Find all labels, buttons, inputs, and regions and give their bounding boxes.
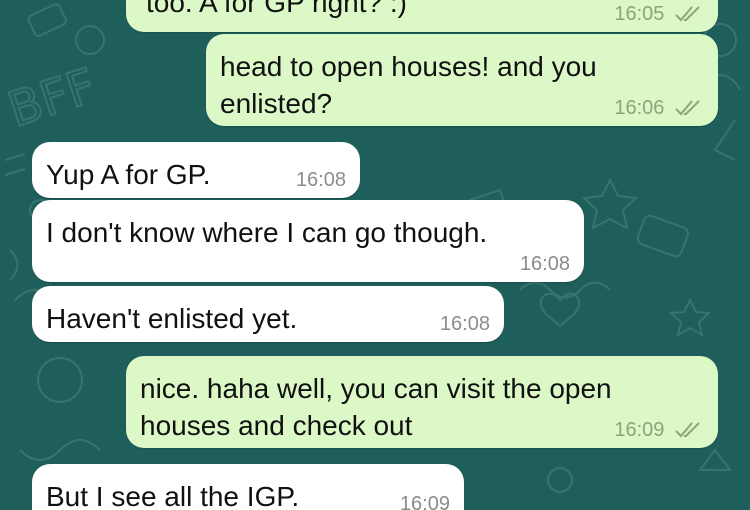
message-bubble-outgoing[interactable]: nice. haha well, you can visit the open … [126, 356, 718, 448]
chat-wallpaper: BFF too. A for GP right?:) 16:05 head t… [0, 0, 750, 510]
message-time: 16:08 [439, 313, 490, 335]
message-text: But I see all the IGP. [46, 481, 300, 510]
message-time: 16:09 [614, 419, 665, 441]
message-text: Haven't enlisted yet. [46, 303, 298, 334]
message-text: I don't know where I can go though. [46, 217, 488, 248]
message-meta: 16:09 [400, 492, 450, 510]
double-check-icon [675, 100, 700, 116]
message-bubble-outgoing[interactable]: too. A for GP right? :) 16:05 [126, 0, 718, 32]
message-time: 16:06 [614, 97, 665, 119]
message-time: 16:08 [519, 253, 570, 275]
message-meta: 16:08 [440, 312, 490, 336]
message-meta: 16:05 [614, 2, 704, 26]
svg-text:BFF: BFF [2, 58, 103, 139]
double-check-icon [675, 6, 700, 22]
message-bubble-outgoing[interactable]: head to open houses! and you enlisted? 1… [206, 34, 718, 126]
message-time: 16:05 [614, 3, 665, 25]
message-meta: 16:09 [614, 418, 704, 442]
message-bubble-incoming[interactable]: I don't know where I can go though. 16:0… [32, 200, 584, 282]
message-meta: 16:08 [520, 252, 570, 276]
message-meta: 16:06 [614, 96, 704, 120]
message-bubble-incoming[interactable]: But I see all the IGP. 16:09 [32, 464, 464, 510]
double-check-icon [675, 422, 700, 438]
message-bubble-incoming[interactable]: Haven't enlisted yet. 16:08 [32, 286, 504, 342]
message-meta: 16:08 [296, 168, 346, 192]
message-time: 16:09 [399, 493, 450, 510]
message-bubble-incoming[interactable]: Yup A for GP. 16:08 [32, 142, 360, 198]
message-time: 16:08 [295, 169, 346, 191]
